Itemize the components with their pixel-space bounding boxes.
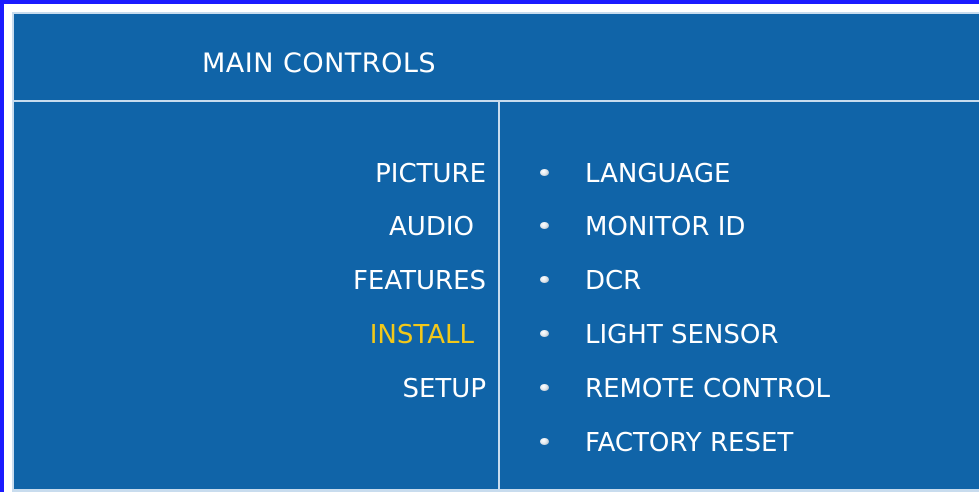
menu-title: MAIN CONTROLS <box>202 48 436 79</box>
submenu-item-label: DCR <box>585 266 642 296</box>
submenu-item-label: FACTORY RESET <box>585 428 794 458</box>
menu-item-install[interactable]: INSTALL <box>370 320 474 350</box>
bullet-icon <box>540 330 549 337</box>
menu-item-audio[interactable]: AUDIO <box>389 212 474 242</box>
menu-item-features[interactable]: FEATURES <box>353 266 486 296</box>
submenu-item-label: MONITOR ID <box>585 212 746 242</box>
install-submenu: LANGUAGE MONITOR ID DCR LIGHT SENSOR REM… <box>529 102 969 482</box>
menu-item-setup[interactable]: SETUP <box>402 374 486 404</box>
osd-window: MAIN CONTROLS PICTURE AUDIO FEATURES INS… <box>0 0 979 492</box>
bullet-icon <box>540 384 549 391</box>
bullet-icon <box>540 169 549 176</box>
bullet-icon <box>540 222 549 229</box>
submenu-item-label: LIGHT SENSOR <box>585 320 779 350</box>
submenu-item-label: REMOTE CONTROL <box>585 374 830 404</box>
bullet-icon <box>540 276 549 283</box>
osd-menu-panel: MAIN CONTROLS PICTURE AUDIO FEATURES INS… <box>12 12 979 492</box>
main-menu: PICTURE AUDIO FEATURES INSTALL SETUP <box>14 102 486 482</box>
submenu-item-label: LANGUAGE <box>585 159 731 189</box>
column-divider <box>498 102 500 491</box>
menu-item-picture[interactable]: PICTURE <box>375 159 486 189</box>
bullet-icon <box>540 438 549 445</box>
header: MAIN CONTROLS <box>14 14 979 100</box>
